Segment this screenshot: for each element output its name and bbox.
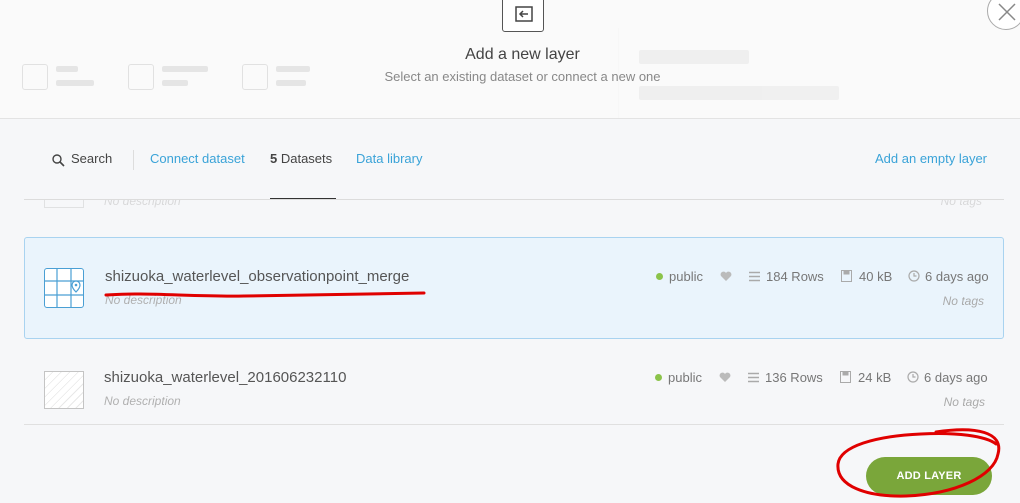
- clock-icon: [907, 371, 919, 383]
- close-icon: [998, 3, 1016, 21]
- nav-divider: [133, 150, 134, 170]
- dataset-tags: No tags: [942, 294, 984, 308]
- last-updated: 6 days ago: [925, 269, 989, 284]
- heart-icon[interactable]: [719, 372, 731, 383]
- dataset-name[interactable]: shizuoka_waterlevel_observationpoint_mer…: [105, 268, 409, 285]
- row-count: 136 Rows: [765, 370, 823, 385]
- modal-subtitle: Select an existing dataset or connect a …: [384, 69, 661, 84]
- dataset-size: 24 kB: [858, 370, 892, 385]
- connect-dataset-tab[interactable]: Connect dataset: [150, 151, 245, 166]
- dataset-description: No description: [104, 394, 181, 408]
- add-layer-icon: [502, 0, 544, 32]
- dataset-item[interactable]: shizuoka_waterlevel_201606232110 No desc…: [24, 355, 1004, 425]
- empty-thumbnail-icon: [44, 371, 84, 409]
- size-icon: [841, 270, 852, 282]
- rows-icon: [748, 372, 759, 383]
- size-icon: [840, 371, 851, 383]
- dataset-tags: No tags: [943, 395, 985, 409]
- annotation-circle: [836, 428, 1001, 498]
- rows-icon: [749, 271, 760, 282]
- clock-icon: [908, 270, 920, 282]
- dataset-tags: No tags: [940, 200, 982, 208]
- public-dot-icon: [656, 273, 663, 280]
- privacy-label: public: [669, 269, 703, 284]
- last-updated: 6 days ago: [924, 370, 988, 385]
- search-icon: [52, 154, 65, 167]
- dataset-name[interactable]: shizuoka_waterlevel_201606232110: [104, 369, 346, 386]
- row-count: 184 Rows: [766, 269, 824, 284]
- dataset-thumbnail: [44, 200, 84, 208]
- heart-icon[interactable]: [720, 271, 732, 282]
- privacy-status: public: [655, 370, 702, 385]
- close-button[interactable]: [987, 0, 1020, 30]
- modal-title: Add a new layer: [465, 46, 580, 63]
- search-label: Search: [71, 151, 113, 166]
- public-dot-icon: [655, 374, 662, 381]
- datasets-tab[interactable]: 5 Datasets: [270, 151, 332, 166]
- privacy-label: public: [668, 370, 702, 385]
- map-thumbnail-icon: [44, 268, 84, 308]
- add-empty-layer-link[interactable]: Add an empty layer: [875, 151, 987, 166]
- datasets-tab-label: Datasets: [277, 151, 333, 166]
- annotation-underline: [104, 291, 426, 298]
- dataset-description: No description: [104, 200, 181, 208]
- list-item[interactable]: No description No tags: [44, 200, 994, 212]
- privacy-status: public: [656, 269, 703, 284]
- modal-header: Add a new layer Select an existing datas…: [0, 0, 1020, 118]
- data-library-tab[interactable]: Data library: [356, 151, 422, 166]
- dataset-size: 40 kB: [859, 269, 893, 284]
